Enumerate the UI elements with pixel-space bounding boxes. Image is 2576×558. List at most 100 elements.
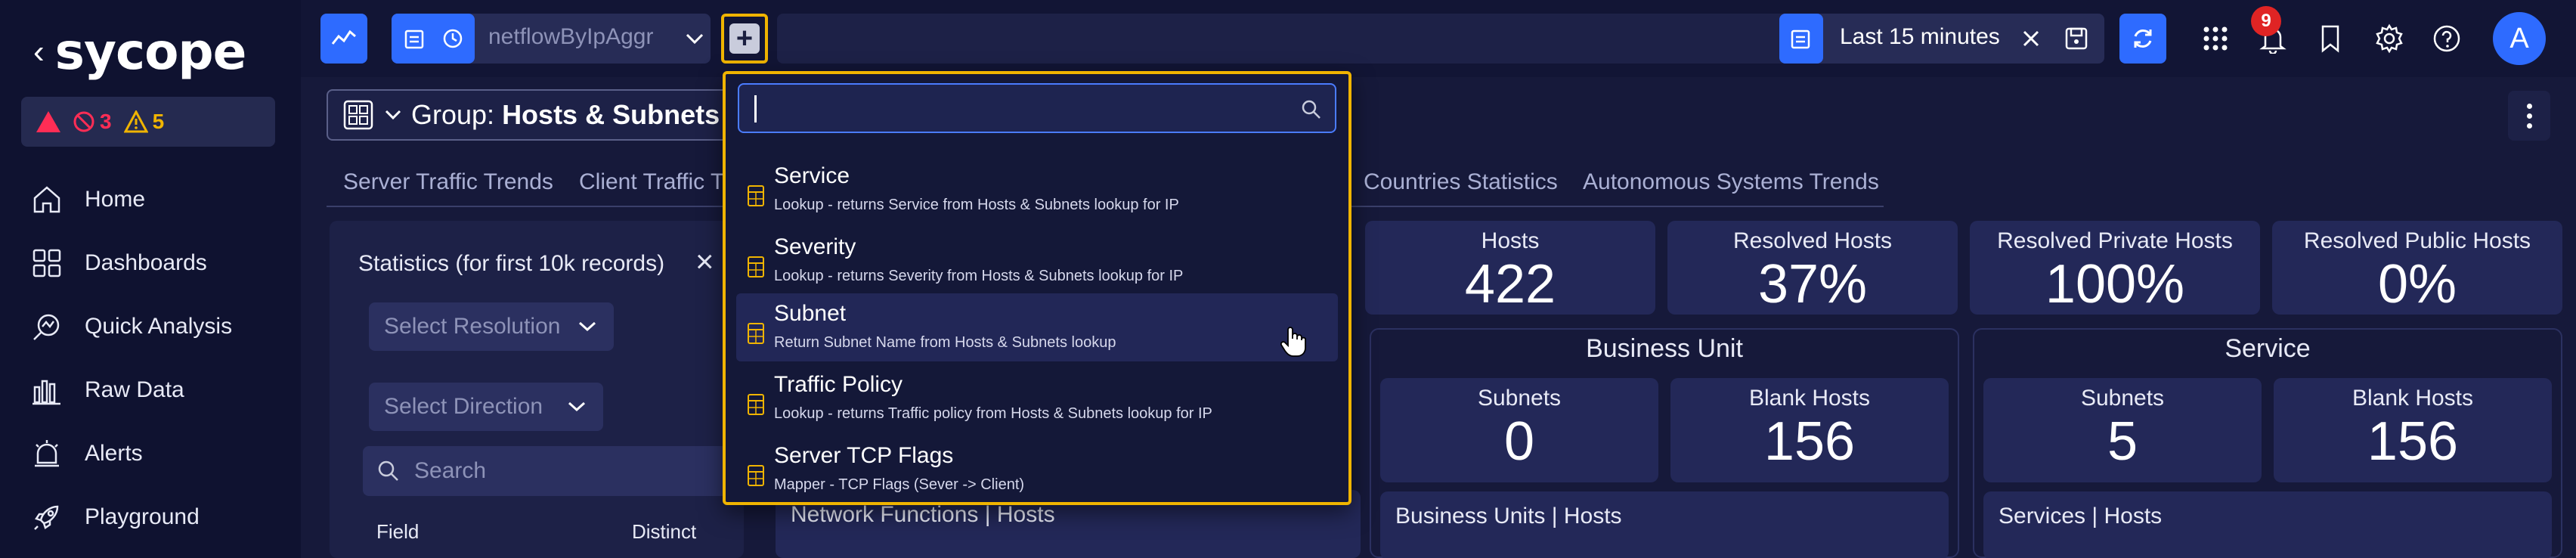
widget-label: Blank Hosts	[2352, 386, 2474, 411]
nav-raw-data[interactable]: Raw Data	[30, 358, 232, 422]
saved-list-icon	[1791, 29, 1810, 49]
error-count: 3	[100, 110, 112, 133]
saved-times-button[interactable]	[1779, 14, 1823, 64]
option-description: Return Subnet Name from Hosts & Subnets …	[774, 334, 1116, 351]
clear-time-icon[interactable]	[2014, 21, 2048, 56]
direction-select[interactable]: Select Direction	[369, 383, 603, 431]
widget-label: Subnets	[2080, 386, 2165, 411]
save-time-icon[interactable]	[2059, 21, 2094, 56]
widget-title: Business Units | Hosts	[1395, 504, 1622, 529]
field-search-input[interactable]	[738, 83, 1336, 133]
widget-label: Blank Hosts	[1748, 386, 1871, 411]
group-name: Hosts & Subnets T	[502, 99, 745, 130]
apps-grid-icon[interactable]	[2198, 21, 2233, 56]
nav-home[interactable]: Home	[30, 168, 232, 231]
group-selector[interactable]: Group: Hosts & Subnets T	[327, 89, 750, 141]
nav-dashboards[interactable]: Dashboards	[30, 231, 232, 295]
resolved-public-hosts-widget[interactable]: Resolved Public Hosts 0%	[2272, 221, 2562, 315]
notification-badge: 9	[2251, 6, 2281, 36]
saved-list-icon	[404, 29, 424, 49]
service-subnets-widget[interactable]: Subnets 5	[1983, 378, 2262, 482]
widget-value: 37%	[1757, 254, 1868, 315]
column-header-field: Field	[376, 520, 420, 543]
trend-line-icon	[331, 29, 356, 45]
field-option-subnet[interactable]: Subnet Return Subnet Name from Hosts & S…	[736, 293, 1338, 361]
tab-countries-statistics[interactable]: Countries Statistics	[1364, 169, 1558, 195]
logo-text: sycope	[54, 23, 247, 81]
nav-playground[interactable]: Playground	[30, 485, 232, 549]
option-name: Severity	[774, 234, 856, 259]
widget-value: 156	[2367, 411, 2459, 472]
history-icon	[443, 29, 463, 48]
group-prefix: Group:	[411, 99, 503, 130]
statistics-panel: Statistics (for first 10k records) × Sel…	[330, 221, 744, 558]
calculator-icon	[748, 185, 764, 206]
widget-label: Resolved Public Hosts	[2303, 228, 2531, 253]
statistics-search-input[interactable]: Search	[363, 446, 730, 496]
group-title: Service	[2225, 334, 2311, 363]
bookmark-icon[interactable]	[2313, 21, 2348, 56]
calculator-icon	[748, 465, 764, 486]
critical-triangle-icon	[36, 111, 60, 132]
option-name: Traffic Policy	[774, 372, 903, 397]
source-chevron-icon[interactable]	[677, 21, 712, 56]
field-option-server-tcp-flags[interactable]: Server TCP Flags Mapper - TCP Flags (Sev…	[736, 436, 1338, 504]
business-units-hosts-widget[interactable]: Business Units | Hosts	[1380, 491, 1949, 558]
business-unit-group: Business Unit Subnets 0 Blank Hosts 156 …	[1370, 328, 1959, 558]
nav-alerts[interactable]: Alerts	[30, 422, 232, 485]
warning-alerts[interactable]: 5	[123, 110, 164, 134]
critical-alerts[interactable]	[36, 111, 60, 132]
direction-placeholder: Select Direction	[384, 394, 543, 419]
resolved-hosts-widget[interactable]: Resolved Hosts 37%	[1667, 221, 1958, 315]
widget-value: 0%	[2377, 254, 2457, 315]
service-blank-hosts-widget[interactable]: Blank Hosts 156	[2274, 378, 2552, 482]
error-alerts[interactable]: 3	[73, 110, 112, 134]
source-name: netflowByIpAggr	[488, 24, 654, 49]
collapse-chevron-icon[interactable]: ‹	[33, 35, 45, 69]
service-group: Service Subnets 5 Blank Hosts 156 Servic…	[1973, 328, 2562, 558]
logo[interactable]: ‹ sycope	[33, 23, 246, 81]
statistics-title: Statistics (for first 10k records)	[358, 251, 665, 276]
option-description: Lookup - returns Traffic policy from Hos…	[774, 405, 1212, 422]
tab-server-traffic-trends[interactable]: Server Traffic Trends	[343, 169, 553, 195]
widget-value: 422	[1464, 254, 1556, 315]
hosts-widget[interactable]: Hosts 422	[1365, 221, 1655, 315]
calculator-icon	[748, 394, 764, 415]
option-name: Service	[774, 163, 850, 188]
services-hosts-widget[interactable]: Services | Hosts	[1983, 491, 2552, 558]
main-nav: Home Dashboards Quick Analysis Raw Data …	[30, 168, 232, 549]
raw-data-icon	[33, 380, 60, 405]
user-avatar[interactable]: A	[2493, 12, 2546, 65]
tab-client-traffic-trends[interactable]: Client Traffic T	[579, 169, 724, 195]
time-range-label: Last 15 minutes	[1840, 24, 2000, 49]
refresh-button[interactable]	[2119, 14, 2166, 64]
business-unit-subnets-widget[interactable]: Subnets 0	[1380, 378, 1658, 482]
calculator-icon	[748, 323, 764, 344]
add-field-dropdown: Service Lookup - returns Service from Ho…	[723, 71, 1351, 505]
close-icon[interactable]: ×	[695, 243, 714, 280]
sidebar: ‹ sycope 3 5 Home Dashboards Quick Analy…	[0, 0, 301, 558]
nav-quick-analysis[interactable]: Quick Analysis	[30, 295, 232, 358]
more-options-button[interactable]	[2508, 91, 2550, 141]
add-field-button[interactable]: +	[721, 14, 768, 64]
widget-value: 0	[1503, 411, 1535, 472]
analysis-mode-button[interactable]	[320, 14, 367, 64]
business-unit-blank-hosts-widget[interactable]: Blank Hosts 156	[1670, 378, 1949, 482]
alerts-summary[interactable]: 3 5	[21, 97, 275, 147]
chevron-down-icon	[578, 321, 596, 332]
field-option-traffic-policy[interactable]: Traffic Policy Lookup - returns Traffic …	[736, 364, 1338, 432]
alerts-icon	[35, 440, 59, 467]
help-icon[interactable]	[2429, 21, 2464, 56]
resolution-select[interactable]: Select Resolution	[369, 302, 614, 351]
field-option-severity[interactable]: Severity Lookup - returns Severity from …	[736, 227, 1338, 295]
field-option-service[interactable]: Service Lookup - returns Service from Ho…	[736, 156, 1338, 224]
option-name: Subnet	[774, 301, 847, 326]
chevron-down-icon	[385, 110, 401, 120]
resolved-private-hosts-widget[interactable]: Resolved Private Hosts 100%	[1970, 221, 2260, 315]
settings-gear-icon[interactable]	[2372, 21, 2407, 56]
nav-label: Quick Analysis	[85, 314, 233, 339]
chevron-down-icon	[568, 401, 586, 412]
calculator-icon	[748, 256, 764, 277]
history-button[interactable]	[431, 14, 475, 64]
tab-autonomous-systems-trends[interactable]: Autonomous Systems Trends	[1583, 169, 1879, 195]
